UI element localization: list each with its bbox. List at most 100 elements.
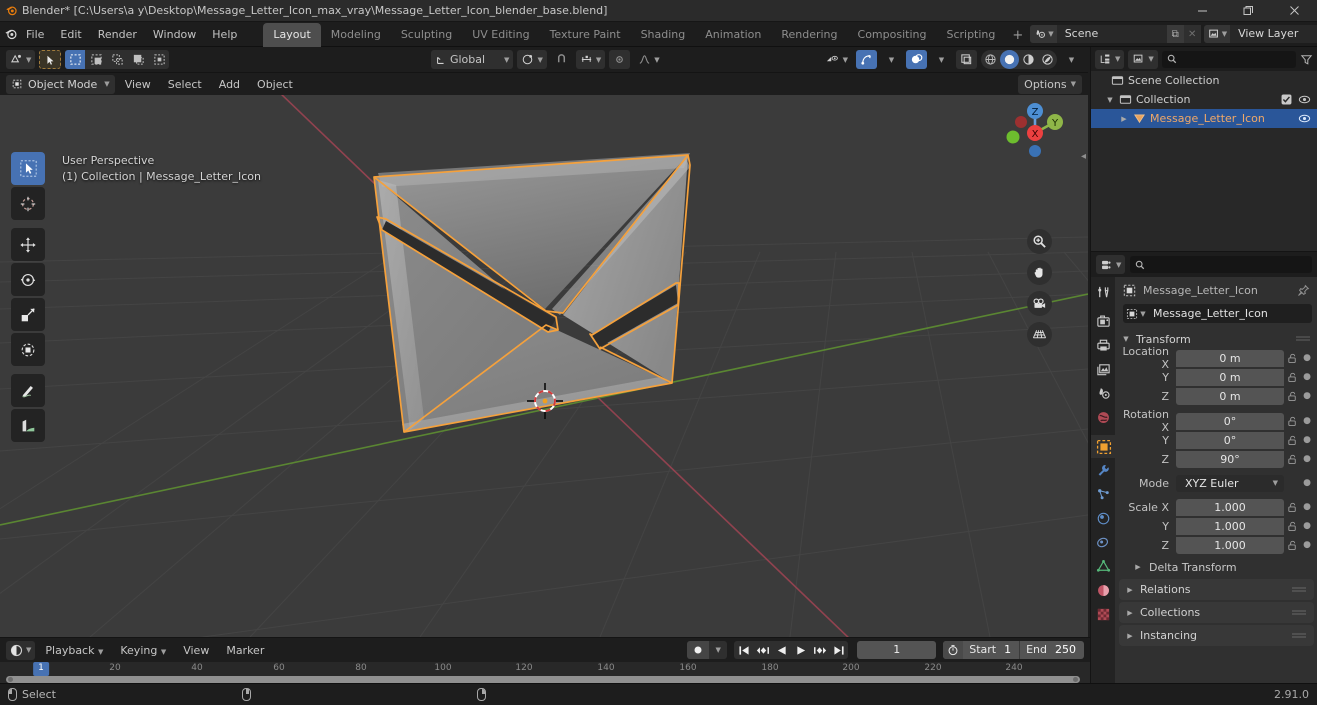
rotation-y-field[interactable]: 0° [1176, 431, 1284, 449]
solid-shading-icon[interactable] [1000, 50, 1019, 69]
snap-to-selector[interactable]: ▼ [575, 50, 606, 69]
play-reverse-icon[interactable] [772, 641, 791, 659]
gizmo-options-caret[interactable]: ▼ [881, 50, 902, 69]
modifier-icon[interactable] [1091, 459, 1115, 482]
expand-triangle-icon[interactable]: ▼ [1105, 96, 1115, 104]
location-x-field[interactable]: 0 m [1176, 349, 1284, 367]
xray-toggle-button[interactable] [956, 50, 977, 69]
tab-texture-paint[interactable]: Texture Paint [540, 23, 631, 47]
animate-property-icon[interactable]: ● [1300, 416, 1314, 426]
tab-compositing[interactable]: Compositing [848, 23, 937, 47]
navigation-gizmo[interactable]: X Z Y [998, 97, 1070, 169]
play-icon[interactable] [791, 641, 810, 659]
jump-start-icon[interactable] [734, 641, 753, 659]
tab-animation[interactable]: Animation [695, 23, 771, 47]
camera-icon[interactable] [1027, 291, 1052, 316]
next-keyframe-icon[interactable] [810, 641, 829, 659]
animate-property-icon[interactable]: ● [1300, 540, 1314, 550]
editor-type-button[interactable]: ▼ [6, 50, 36, 69]
outliner-search-input[interactable] [1161, 50, 1296, 68]
checkbox-icon[interactable] [1281, 94, 1292, 105]
scene-icon[interactable] [1091, 382, 1115, 405]
outliner-row-message-letter-icon[interactable]: ▶ Message_Letter_Icon [1091, 109, 1317, 128]
add-workspace-button[interactable]: + [1005, 24, 1030, 47]
select-intersect-icon[interactable] [149, 50, 169, 69]
animate-property-icon[interactable]: ● [1300, 502, 1314, 512]
jump-end-icon[interactable] [829, 641, 848, 659]
timeline-menu-keying[interactable]: Keying ▼ [113, 642, 173, 659]
viewport-menu-view[interactable]: View [118, 76, 158, 93]
timeline-menu-view[interactable]: View [176, 642, 216, 659]
scale-x-field[interactable]: 1.000 [1176, 498, 1284, 516]
scale-z-field[interactable]: 1.000 [1176, 536, 1284, 554]
select-extend-icon[interactable] [86, 50, 106, 69]
tab-modeling[interactable]: Modeling [321, 23, 391, 47]
viewport-menu-add[interactable]: Add [212, 76, 247, 93]
lock-icon[interactable] [1284, 521, 1300, 532]
animate-property-icon[interactable]: ● [1300, 372, 1314, 382]
viewport-menu-select[interactable]: Select [161, 76, 209, 93]
lock-icon[interactable] [1284, 372, 1300, 383]
tab-uv-editing[interactable]: UV Editing [462, 23, 539, 47]
auto-keying-button[interactable] [687, 641, 710, 659]
wireframe-shading-icon[interactable] [981, 50, 1000, 69]
tweak-select-tool[interactable] [11, 152, 45, 185]
texture-icon[interactable] [1091, 603, 1115, 626]
ortho-grid-icon[interactable] [1027, 322, 1052, 347]
minimize-button[interactable] [1179, 0, 1225, 22]
collections-panel-header[interactable]: ▶ Collections [1119, 602, 1314, 623]
blender-menu-icon[interactable] [4, 23, 18, 45]
outliner-editor-type-button[interactable]: ▼ [1095, 49, 1125, 69]
sidebar-collapse-icon[interactable]: ◂ [1081, 151, 1086, 162]
zoom-icon[interactable] [1027, 229, 1052, 254]
view-layer-icon[interactable] [1091, 358, 1115, 381]
constraints-icon[interactable] [1091, 531, 1115, 554]
lock-icon[interactable] [1284, 502, 1300, 513]
lock-icon[interactable] [1284, 540, 1300, 551]
instancing-panel-header[interactable]: ▶ Instancing [1119, 625, 1314, 646]
animate-property-icon[interactable]: ● [1300, 353, 1314, 363]
use-preview-range-icon[interactable] [943, 641, 964, 659]
output-icon[interactable] [1091, 334, 1115, 357]
rotation-z-field[interactable]: 90° [1176, 450, 1284, 468]
move-tool[interactable] [11, 228, 45, 261]
render-icon[interactable] [1091, 310, 1115, 333]
eye-icon[interactable] [1298, 113, 1311, 124]
select-box-icon[interactable] [65, 50, 86, 69]
view-layer-selector[interactable]: ▼ View Layer ⧉ ✕ [1203, 25, 1317, 43]
location-y-field[interactable]: 0 m [1176, 368, 1284, 386]
animate-property-icon[interactable]: ● [1300, 391, 1314, 401]
physics-icon[interactable] [1091, 507, 1115, 530]
tab-sculpting[interactable]: Sculpting [391, 23, 462, 47]
tool-active-icon[interactable] [39, 50, 62, 69]
object-name-field[interactable]: ▼ Message_Letter_Icon [1123, 304, 1312, 323]
outliner-row-collection[interactable]: ▼ Collection [1091, 90, 1317, 109]
pan-hand-icon[interactable] [1027, 260, 1052, 285]
scale-tool[interactable] [11, 298, 45, 331]
particles-icon[interactable] [1091, 483, 1115, 506]
scrollbar-handle-left[interactable] [8, 677, 13, 682]
delta-transform-subpanel[interactable]: ▶ Delta Transform [1115, 557, 1317, 577]
lock-icon[interactable] [1284, 435, 1300, 446]
proportional-falloff-selector[interactable]: ▼ [634, 50, 663, 69]
timeline-editor-type-button[interactable]: ▼ [6, 640, 36, 660]
object-icon[interactable] [1091, 435, 1115, 458]
menu-window[interactable]: Window [145, 25, 204, 44]
tool-icon[interactable] [1091, 281, 1115, 304]
select-difference-icon[interactable] [128, 50, 148, 69]
visibility-selector[interactable]: ▼ [822, 50, 852, 69]
lock-icon[interactable] [1284, 391, 1300, 402]
start-frame-value[interactable]: 1 [1002, 641, 1019, 659]
snap-magnet-icon[interactable] [551, 50, 572, 69]
eye-icon[interactable] [1298, 94, 1311, 105]
timeline-menu-marker[interactable]: Marker [219, 642, 271, 659]
prev-keyframe-icon[interactable] [753, 641, 772, 659]
timeline-ruler[interactable]: 20 40 60 80 100 120 140 160 180 200 220 … [0, 662, 1090, 676]
measure-tool[interactable] [11, 409, 45, 442]
pivot-point-selector[interactable]: ▼ [517, 50, 547, 69]
material-preview-icon[interactable] [1019, 50, 1038, 69]
properties-editor-type-button[interactable]: ▼ [1096, 255, 1126, 274]
pin-icon[interactable] [1297, 284, 1310, 297]
expand-triangle-icon[interactable]: ▶ [1119, 115, 1129, 123]
scale-y-field[interactable]: 1.000 [1176, 517, 1284, 535]
